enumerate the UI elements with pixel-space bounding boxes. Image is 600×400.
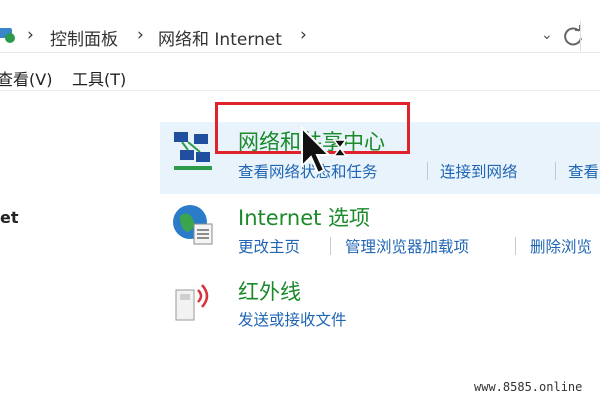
link-change-homepage[interactable]: 更改主页 [238, 235, 300, 257]
link-send-receive-files[interactable]: 发送或接收文件 [238, 308, 347, 330]
link-connect-network[interactable]: 连接到网络 [440, 160, 518, 182]
breadcrumb-separator[interactable]: › [300, 25, 307, 45]
left-pane-item[interactable]: et [0, 208, 19, 227]
address-bar: › 控制面板 › 网络和 Internet › ⌄ [0, 18, 600, 53]
list-item-infrared[interactable]: 红外线 发送或接收文件 [160, 272, 600, 336]
link-view-more[interactable]: 查看 [568, 160, 599, 182]
watermark-text: www.8585.online [474, 380, 583, 394]
internet-options-icon [173, 205, 213, 245]
link-divider [330, 237, 331, 255]
breadcrumb-network-internet[interactable]: 网络和 Internet [158, 25, 282, 50]
list-item-internet-options[interactable]: Internet 选项 更改主页 管理浏览器加载项 删除浏览 [160, 198, 600, 260]
breadcrumb-separator: › [137, 25, 144, 45]
link-divider [427, 162, 428, 180]
busy-cursor-icon [301, 126, 348, 175]
menu-bar: 查看(V) 工具(T) [0, 56, 600, 91]
breadcrumb-control-panel[interactable]: 控制面板 [50, 25, 118, 50]
control-panel-icon [0, 28, 15, 43]
search-box-edge[interactable] [580, 21, 600, 51]
link-manage-addons[interactable]: 管理浏览器加载项 [345, 235, 469, 257]
item-title[interactable]: 红外线 [238, 276, 301, 306]
network-center-icon [174, 132, 212, 170]
link-delete-browsing[interactable]: 删除浏览 [530, 235, 592, 257]
breadcrumb-separator: › [27, 25, 34, 45]
menu-tools[interactable]: 工具(T) [72, 66, 126, 90]
infrared-icon [175, 284, 209, 321]
link-divider [515, 237, 516, 255]
item-title[interactable]: Internet 选项 [238, 202, 370, 232]
link-divider [555, 162, 556, 180]
menu-view[interactable]: 查看(V) [0, 66, 52, 90]
address-dropdown[interactable]: ⌄ [541, 27, 553, 43]
